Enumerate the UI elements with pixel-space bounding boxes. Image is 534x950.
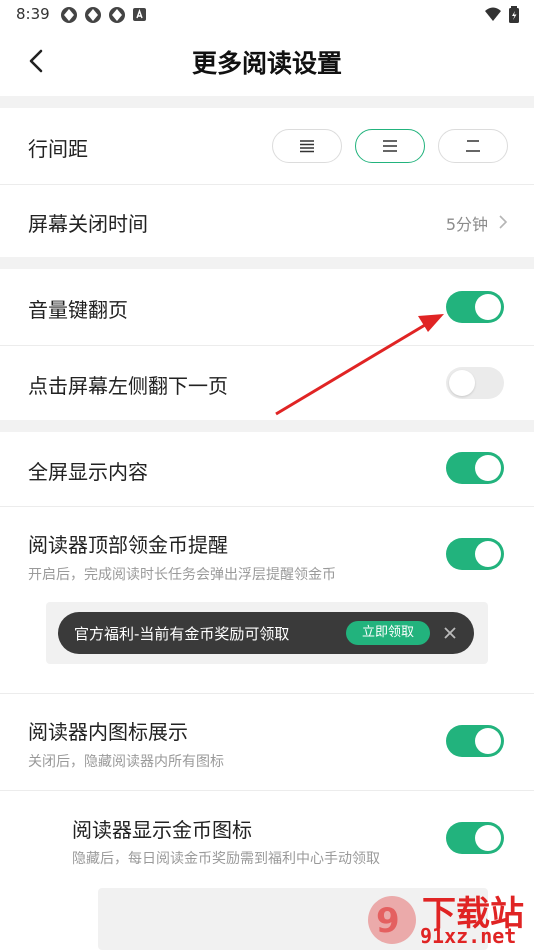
volume-key-flip-toggle[interactable]	[446, 291, 504, 323]
reader-icons-toggle[interactable]	[446, 725, 504, 757]
screen-off-label: 屏幕关闭时间	[28, 212, 148, 236]
toggle-knob	[475, 541, 501, 567]
tap-left-flip-toggle[interactable]	[446, 367, 504, 399]
reader-icons-label: 阅读器内图标展示	[28, 720, 188, 744]
status-time: 8:39	[16, 5, 50, 23]
toggle-knob	[475, 455, 501, 481]
coin-reminder-toggle[interactable]	[446, 538, 504, 570]
system-icons	[484, 6, 520, 28]
banner-text: 官方福利-当前有金币奖励可领取	[74, 625, 290, 643]
toggle-knob	[449, 370, 475, 396]
screen-off-row[interactable]: 屏幕关闭时间 5分钟	[0, 185, 534, 257]
reader-icons-description: 关闭后，隐藏阅读器内所有图标	[28, 754, 224, 770]
section-gap	[0, 420, 534, 432]
coin-reminder-description: 开启后，完成阅读时长任务会弹出浮层提醒领金币	[28, 567, 336, 583]
coin-icon-row: 阅读器显示金币图标 隐藏后，每日阅读金币奖励需到福利中心手动领取	[0, 791, 534, 887]
status-bar: 8:39	[0, 0, 534, 30]
coin-icon-toggle[interactable]	[446, 822, 504, 854]
coin-icon-description: 隐藏后，每日阅读金币奖励需到福利中心手动领取	[72, 851, 380, 867]
section-gap	[0, 96, 534, 108]
volume-key-flip-label: 音量键翻页	[28, 298, 128, 322]
notification-a-icon	[132, 6, 150, 24]
section-gap	[0, 257, 534, 269]
coin-reminder-banner: 官方福利-当前有金币奖励可领取 立即领取	[58, 612, 474, 654]
fullscreen-row: 全屏显示内容	[0, 432, 534, 506]
svg-text:9: 9	[376, 901, 400, 941]
line-spacing-compact-icon	[300, 140, 314, 153]
notification-app-icon	[60, 6, 78, 24]
notification-icons	[60, 6, 150, 24]
reader-icons-row: 阅读器内图标展示 关闭后，隐藏阅读器内所有图标	[0, 694, 534, 790]
battery-icon	[508, 6, 520, 28]
fullscreen-label: 全屏显示内容	[28, 460, 148, 484]
close-icon[interactable]	[441, 624, 459, 642]
line-spacing-normal-icon	[383, 140, 397, 152]
tap-left-flip-row: 点击屏幕左侧翻下一页	[0, 346, 534, 420]
coin-reminder-row: 阅读器顶部领金币提醒 开启后，完成阅读时长任务会弹出浮层提醒领金币	[0, 507, 534, 693]
toggle-knob	[475, 728, 501, 754]
fullscreen-toggle[interactable]	[446, 452, 504, 484]
chevron-right-icon	[499, 215, 508, 229]
line-spacing-compact-button[interactable]	[272, 129, 342, 163]
tap-left-flip-label: 点击屏幕左侧翻下一页	[28, 374, 228, 398]
line-spacing-label: 行间距	[28, 137, 88, 161]
line-spacing-loose-icon	[466, 140, 480, 152]
watermark-url: 91xz.net	[420, 924, 517, 948]
toggle-knob	[475, 825, 501, 851]
volume-key-flip-row: 音量键翻页	[0, 269, 534, 345]
line-spacing-loose-button[interactable]	[438, 129, 508, 163]
toggle-knob	[475, 294, 501, 320]
claim-now-button[interactable]: 立即领取	[346, 621, 430, 645]
coin-reminder-label: 阅读器顶部领金币提醒	[28, 533, 228, 557]
page-title: 更多阅读设置	[191, 49, 342, 78]
coin-reminder-preview: 官方福利-当前有金币奖励可领取 立即领取	[46, 602, 488, 664]
screen-off-value: 5分钟	[445, 215, 488, 234]
wifi-icon	[484, 7, 502, 27]
notification-app-icon	[84, 6, 102, 24]
coin-icon-label: 阅读器显示金币图标	[72, 818, 252, 842]
notification-app-icon	[108, 6, 126, 24]
header: 更多阅读设置	[0, 30, 534, 94]
line-spacing-normal-button[interactable]	[355, 129, 425, 163]
